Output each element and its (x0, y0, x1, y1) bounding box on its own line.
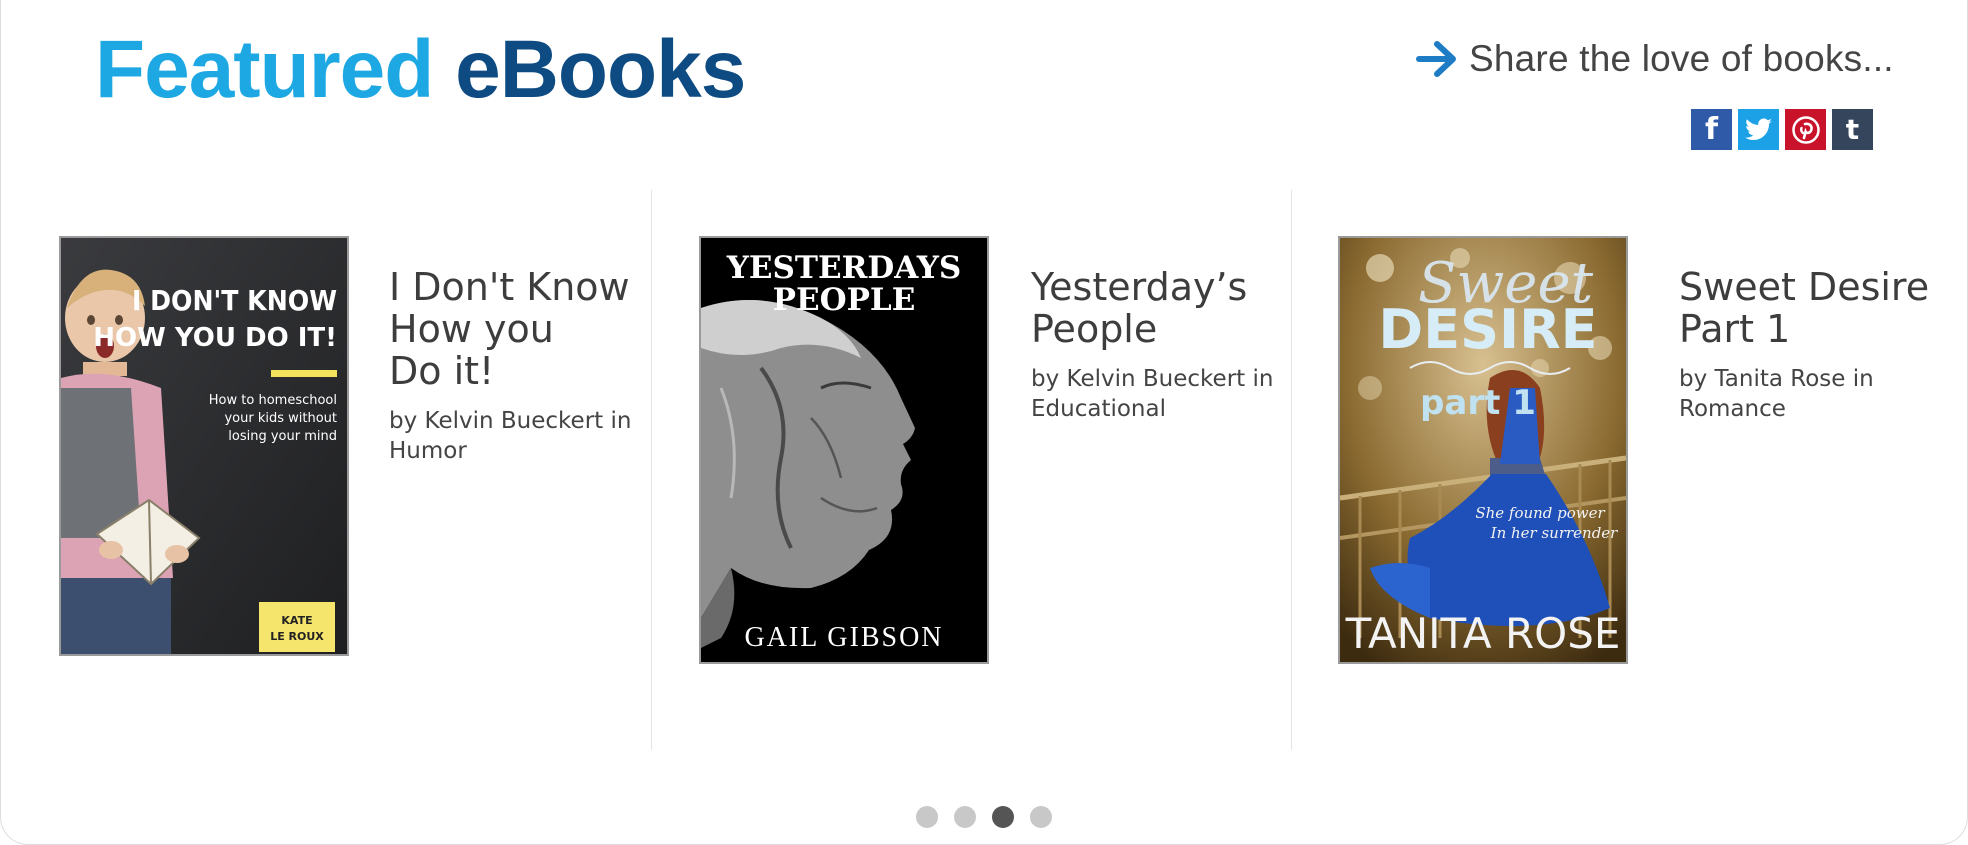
social-share-buttons: f t (1691, 109, 1873, 150)
book-info-3: Sweet Desire Part 1 by Tanita Rose in Ro… (1679, 266, 1949, 424)
book-byline-3: by Tanita Rose in Romance (1679, 364, 1949, 424)
cover-1-headline-2: HOW YOU DO IT! (93, 323, 337, 353)
cover-2-headline-1: YESTERDAYS (726, 250, 962, 286)
cover-3-headline: DESIRE (1378, 298, 1597, 361)
byline-in: in (1252, 366, 1274, 392)
cover-1-subtitle-2: your kids without (224, 411, 337, 426)
cover-3-author: TANITA ROSE (1345, 609, 1621, 658)
book-author-link-2[interactable]: Kelvin Bueckert (1067, 366, 1246, 392)
facebook-share-button[interactable]: f (1691, 109, 1732, 150)
carousel-dot-4[interactable] (1030, 806, 1052, 828)
cover-3-part: part 1 (1420, 383, 1536, 423)
cover-1-subtitle-1: How to homeschool (209, 393, 337, 408)
cover-3-tagline-1: She found power (1475, 504, 1605, 522)
book-title-3[interactable]: Sweet Desire Part 1 (1679, 266, 1949, 350)
book-title-1[interactable]: I Don't Know How you Do it! (389, 266, 659, 392)
featured-ebooks-panel: Featured eBooks Share the love of books.… (0, 0, 1968, 845)
cover-1-subtitle-3: losing your mind (228, 429, 337, 444)
book-carousel: I DON'T KNOW HOW YOU DO IT! How to homes… (1, 190, 1968, 750)
cover-2-author: GAIL GIBSON (744, 622, 943, 653)
book-cover-3-art: Sweet DESIRE part 1 She found power In h… (1340, 238, 1626, 662)
cover-1-author-1: KATE (281, 614, 312, 627)
book-category-link-2[interactable]: Educational (1031, 396, 1166, 422)
book-cover-1[interactable]: I DON'T KNOW HOW YOU DO IT! How to homes… (59, 236, 349, 656)
book-cover-2[interactable]: YESTERDAYS PEOPLE GAIL GIBSON (699, 236, 989, 664)
byline-by: by (1031, 366, 1060, 392)
page-title: Featured eBooks (95, 24, 746, 116)
cover-2-headline-2: PEOPLE (773, 282, 916, 318)
book-cover-1-art: I DON'T KNOW HOW YOU DO IT! How to homes… (61, 238, 347, 654)
book-author-link-1[interactable]: Kelvin Bueckert (425, 408, 604, 434)
book-info-2: Yesterday’s People by Kelvin Bueckert in… (1031, 266, 1301, 424)
twitter-icon (1744, 117, 1772, 140)
pinterest-share-button[interactable] (1785, 109, 1826, 150)
book-info-1: I Don't Know How you Do it! by Kelvin Bu… (389, 266, 659, 466)
book-byline-1: by Kelvin Bueckert in Humor (389, 406, 659, 466)
facebook-icon: f (1704, 112, 1719, 147)
twitter-share-button[interactable] (1738, 109, 1779, 150)
cover-3-tagline-2: In her surrender (1490, 524, 1619, 542)
carousel-pagination (916, 806, 1052, 828)
title-featured: Featured (95, 24, 434, 115)
pinterest-icon (1791, 115, 1820, 144)
cover-1-author-2: LE ROUX (270, 630, 324, 643)
book-title-2[interactable]: Yesterday’s People (1031, 266, 1301, 350)
book-category-link-3[interactable]: Romance (1679, 396, 1786, 422)
book-category-link-1[interactable]: Humor (389, 438, 467, 464)
cover-1-headline-1: I DON'T KNOW (132, 284, 337, 317)
book-cover-3[interactable]: Sweet DESIRE part 1 She found power In h… (1338, 236, 1628, 664)
byline-by: by (1679, 366, 1708, 392)
share-prompt: Share the love of books... (1415, 34, 1894, 84)
book-byline-2: by Kelvin Bueckert in Educational (1031, 364, 1301, 424)
byline-in: in (610, 408, 632, 434)
share-text: Share the love of books... (1469, 38, 1894, 79)
book-cover-2-art: YESTERDAYS PEOPLE GAIL GIBSON (701, 238, 987, 662)
title-ebooks: eBooks (455, 24, 746, 115)
carousel-dot-3[interactable] (992, 806, 1014, 828)
arrow-right-icon (1416, 41, 1456, 77)
carousel-dot-1[interactable] (916, 806, 938, 828)
tumblr-share-button[interactable]: t (1832, 109, 1873, 150)
tumblr-icon: t (1845, 113, 1860, 146)
carousel-dot-2[interactable] (954, 806, 976, 828)
book-author-link-3[interactable]: Tanita Rose (1715, 366, 1846, 392)
byline-in: in (1852, 366, 1874, 392)
byline-by: by (389, 408, 418, 434)
